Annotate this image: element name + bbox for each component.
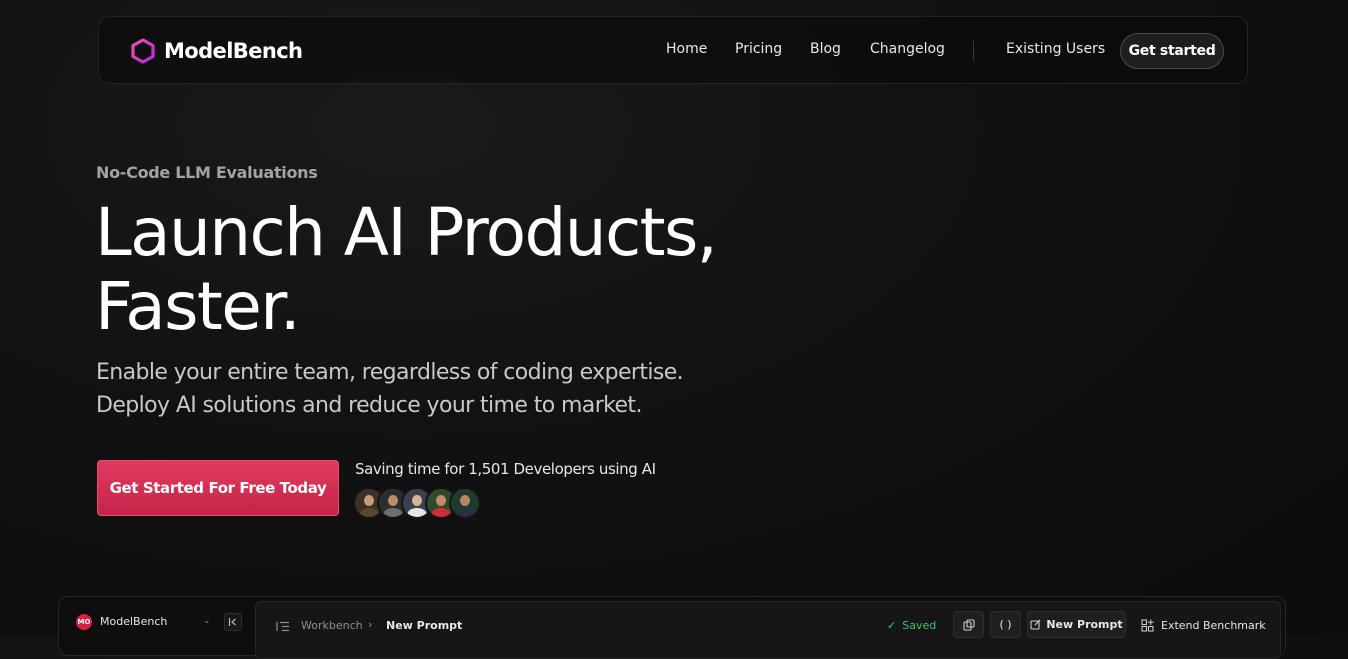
brand-name: ModelBench (164, 39, 303, 63)
workspace-name[interactable]: ModelBench (100, 615, 167, 628)
preview-sidebar: MO ModelBench ⌄ (59, 597, 253, 655)
app-preview: MO ModelBench ⌄ Workbench › New Prompt ✓… (58, 596, 1286, 659)
saved-label: Saved (902, 619, 937, 632)
breadcrumb-current: New Prompt (386, 619, 463, 632)
hero-subtitle: Enable your entire team, regardless of c… (96, 356, 684, 422)
collapse-left-icon (228, 618, 236, 626)
workspace-avatar: MO (76, 614, 92, 630)
get-started-free-button[interactable]: Get Started For Free Today (97, 460, 339, 516)
grid-plus-icon (1141, 619, 1154, 632)
get-started-button[interactable]: Get started (1120, 33, 1224, 69)
saved-status: ✓ Saved (887, 619, 936, 632)
avatar (449, 487, 481, 519)
copy-icon (962, 618, 975, 631)
hero-title-line-1: Launch AI Products, (95, 194, 718, 271)
chevron-right-icon: › (368, 618, 373, 631)
new-prompt-label: New Prompt (1046, 618, 1123, 631)
hero-subtitle-line-2: Deploy AI solutions and reduce your time… (96, 393, 642, 418)
nav-link-changelog[interactable]: Changelog (870, 41, 945, 57)
hero-title: Launch AI Products, Faster. (95, 194, 718, 345)
list-tree-icon (276, 621, 289, 632)
navbar: ModelBench Home Pricing Blog Changelog E… (98, 16, 1248, 84)
breadcrumb-workbench[interactable]: Workbench (301, 619, 363, 632)
code-variables-button[interactable]: ( ) (990, 611, 1021, 638)
hero-title-line-2: Faster. (95, 268, 301, 345)
nav-link-existing-users[interactable]: Existing Users (1006, 41, 1105, 57)
new-prompt-button[interactable]: New Prompt (1027, 611, 1126, 638)
chevron-down-icon[interactable]: ⌄ (203, 616, 211, 626)
nav-link-pricing[interactable]: Pricing (735, 41, 782, 57)
brand-logo[interactable]: ModelBench (130, 37, 303, 65)
nav-divider (973, 41, 974, 61)
social-proof-text: Saving time for 1,501 Developers using A… (355, 460, 656, 478)
nav-link-blog[interactable]: Blog (810, 41, 841, 57)
nav-link-home[interactable]: Home (666, 41, 707, 57)
edit-icon (1030, 619, 1041, 630)
check-icon: ✓ (887, 619, 897, 632)
collapse-sidebar-button[interactable] (224, 613, 242, 631)
hero-eyebrow: No-Code LLM Evaluations (96, 163, 318, 182)
extend-benchmark-label: Extend Benchmark (1161, 619, 1266, 632)
preview-toolbar: Workbench › New Prompt ✓ Saved ( ) New P… (255, 601, 1281, 659)
hexagon-logo-icon (131, 38, 155, 64)
extend-benchmark-button[interactable]: Extend Benchmark (1141, 619, 1266, 632)
hero-subtitle-line-1: Enable your entire team, regardless of c… (96, 360, 684, 385)
copy-button[interactable] (953, 611, 984, 638)
